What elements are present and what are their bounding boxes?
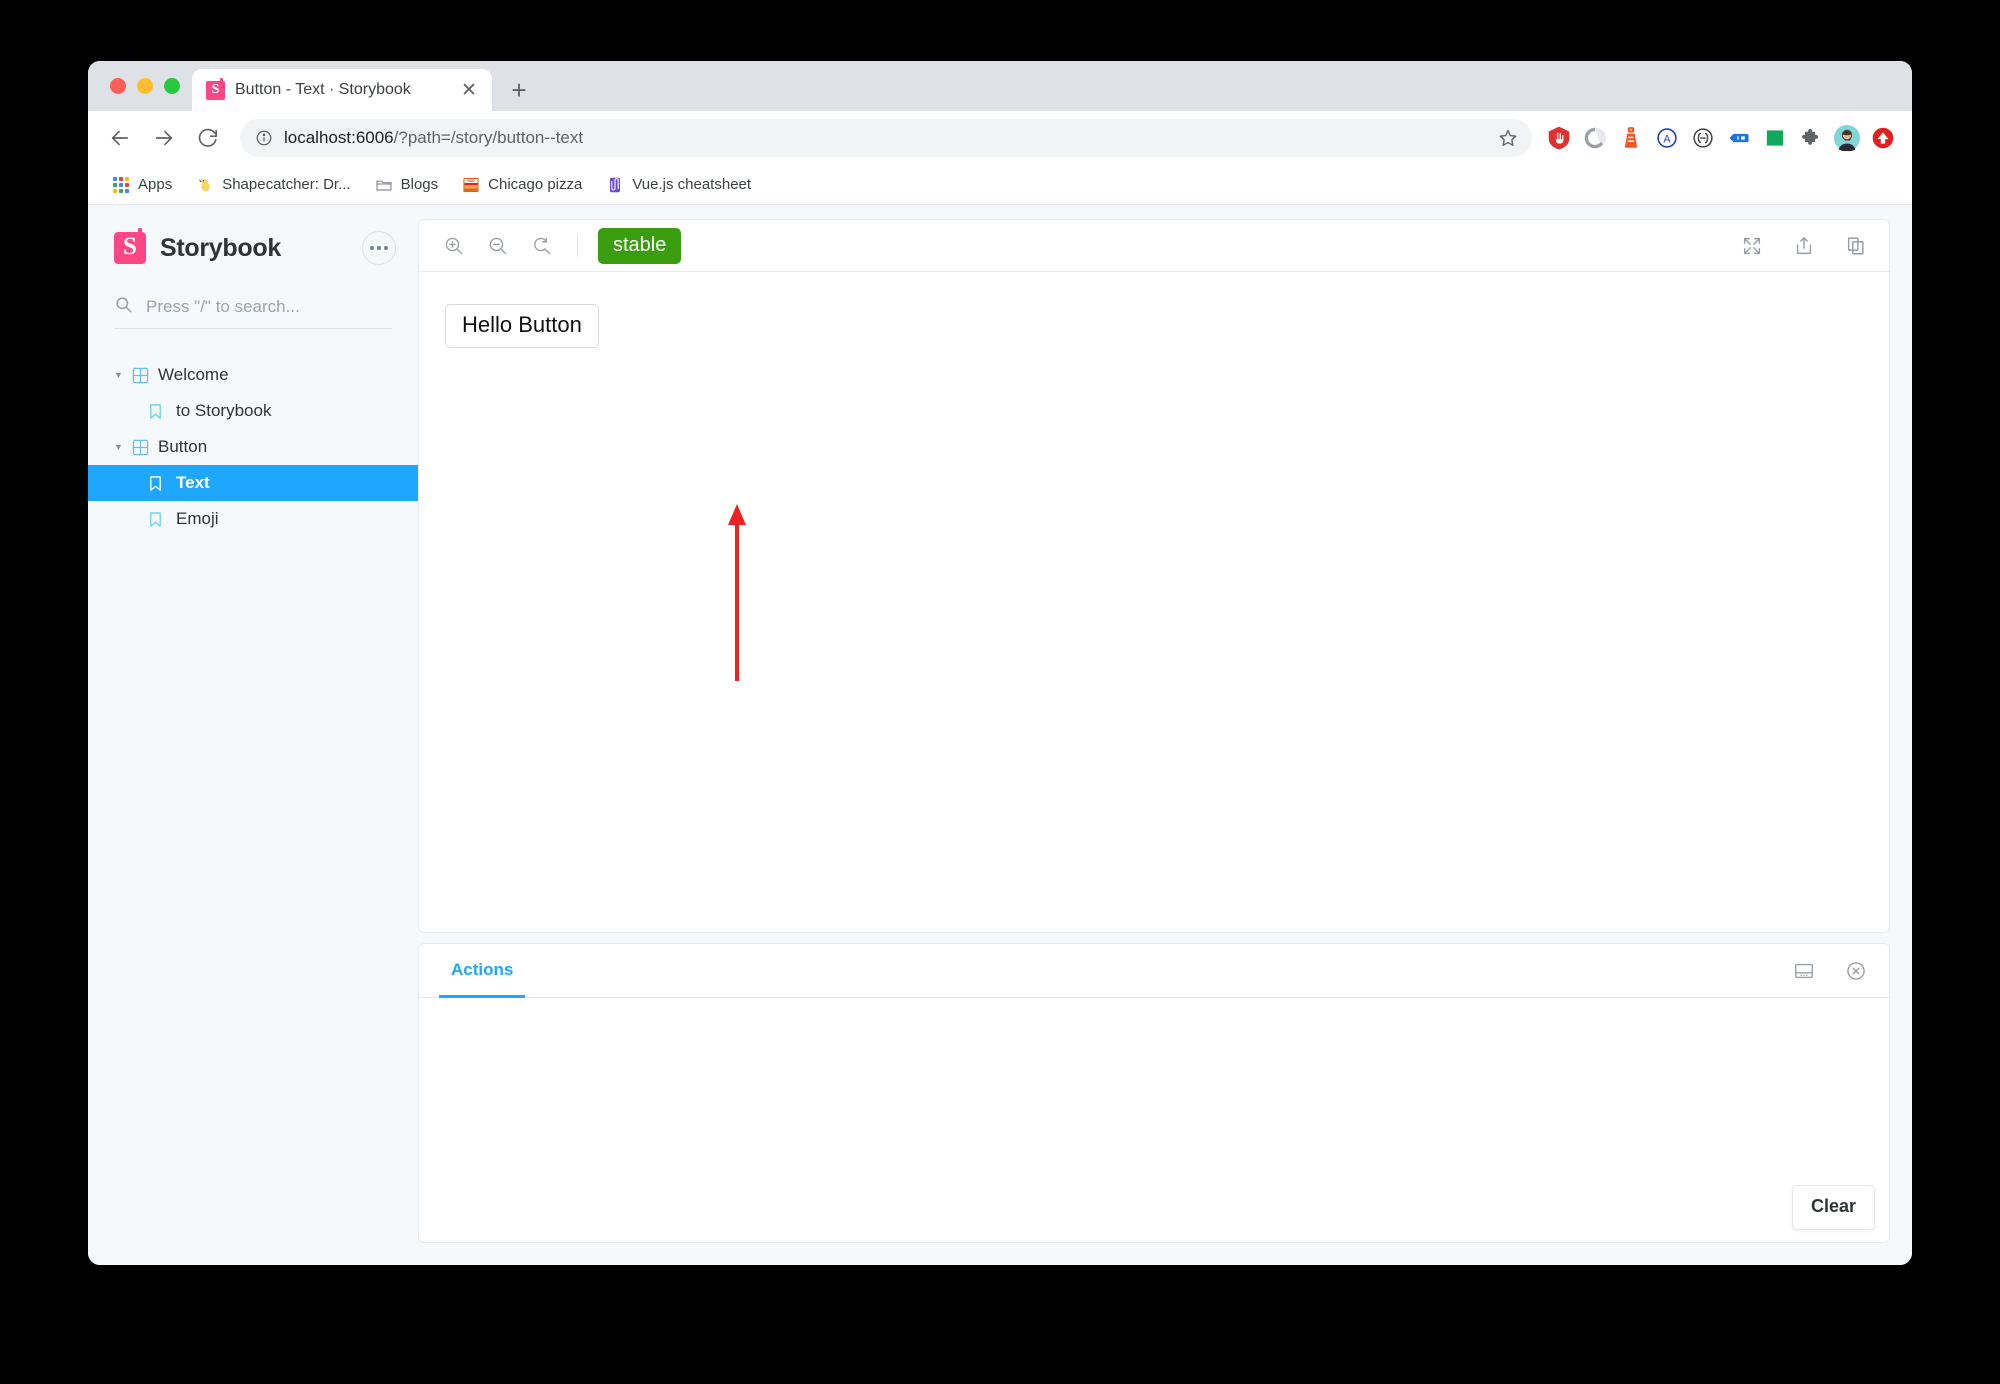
profile-avatar[interactable]: [1832, 123, 1862, 153]
toolbar-divider: [577, 235, 578, 257]
close-tab-icon[interactable]: ✕: [458, 79, 480, 101]
back-button[interactable]: [100, 118, 140, 158]
url-path: /?path=/story/button--text: [394, 128, 583, 147]
bookmarks-bar: Apps Shapecatcher: Dr... Blogs RDD Chica…: [88, 165, 1912, 205]
bookmark-blogs[interactable]: Blogs: [365, 172, 449, 198]
preview-toolbar-right: [1737, 231, 1871, 261]
accessibility-icon[interactable]: A: [1652, 123, 1682, 153]
status-badge[interactable]: stable: [598, 228, 681, 264]
storybook-logo-icon: S: [114, 232, 146, 264]
expand-icon[interactable]: [1737, 231, 1767, 261]
pizza-book-icon: RDD: [462, 176, 480, 194]
address-bar-text: localhost:6006/?path=/story/button--text: [284, 128, 1480, 148]
storybook-sidebar: S Storybook ▼ Welcome: [88, 205, 418, 1265]
grammar-circle-icon[interactable]: [1580, 123, 1610, 153]
bookmark-label: Chicago pizza: [488, 176, 582, 193]
bookmark-label: Blogs: [401, 176, 439, 193]
adblock-icon[interactable]: [1544, 123, 1574, 153]
new-tab-button[interactable]: +: [502, 73, 536, 107]
bookmark-vuejs-cheatsheet[interactable]: Vue.js cheatsheet: [596, 172, 761, 198]
maximize-window-button[interactable]: [164, 78, 180, 94]
storybook-brand[interactable]: S Storybook: [88, 227, 418, 269]
tree-group-button[interactable]: ▼ Button: [88, 429, 418, 465]
svg-text:A: A: [1663, 133, 1671, 145]
tree-item-label: to Storybook: [176, 401, 271, 421]
addons-toolbar-right: [1789, 944, 1871, 997]
addons-tabbar: Actions: [419, 944, 1889, 998]
lighthouse-icon[interactable]: [1616, 123, 1646, 153]
preview-canvas: Hello Button: [419, 272, 1889, 932]
tree-item-label: Button: [158, 437, 207, 457]
green-square-icon[interactable]: [1760, 123, 1790, 153]
browser-tab[interactable]: S Button - Text · Storybook ✕: [192, 69, 492, 111]
bookmark-story-icon: [148, 475, 172, 492]
panel-position-icon[interactable]: [1789, 956, 1819, 986]
address-bar[interactable]: localhost:6006/?path=/story/button--text: [240, 119, 1532, 157]
actions-log: Clear: [419, 998, 1889, 1242]
preview-panel: stable Hello Button: [418, 219, 1890, 933]
story-tree: ▼ Welcome to Storybook ▼: [88, 357, 418, 1265]
copy-icon[interactable]: [1841, 231, 1871, 261]
share-icon[interactable]: [1789, 231, 1819, 261]
tree-item-label: Emoji: [176, 509, 219, 529]
extension-icons: A: [1544, 123, 1898, 153]
json-viewer-icon[interactable]: [1688, 123, 1718, 153]
window-traffic-lights: [102, 61, 192, 111]
reload-button[interactable]: [188, 118, 228, 158]
sidebar-search[interactable]: [114, 295, 392, 329]
tag-extension-icon[interactable]: [1724, 123, 1754, 153]
chevron-down-icon[interactable]: ▼: [114, 443, 132, 452]
clear-button[interactable]: Clear: [1792, 1185, 1875, 1230]
info-circle-icon[interactable]: [254, 128, 274, 148]
search-input[interactable]: [146, 297, 392, 317]
shapecatcher-icon: [196, 176, 214, 194]
addons-panel: Actions Clear: [418, 943, 1890, 1243]
bookmark-label: Vue.js cheatsheet: [632, 176, 751, 193]
bookmark-story-icon: [148, 403, 172, 420]
close-window-button[interactable]: [110, 78, 126, 94]
browser-tabstrip: S Button - Text · Storybook ✕ +: [88, 61, 1912, 111]
ellipsis-menu-button[interactable]: [362, 231, 396, 265]
zoom-out-icon[interactable]: [483, 231, 513, 261]
search-icon: [114, 295, 133, 319]
tree-story-to-storybook[interactable]: to Storybook: [88, 393, 418, 429]
zoom-in-icon[interactable]: [439, 231, 469, 261]
hello-button[interactable]: Hello Button: [445, 304, 599, 348]
paperclip-icon: [606, 176, 624, 194]
browser-toolbar: localhost:6006/?path=/story/button--text…: [88, 111, 1912, 165]
tree-item-label: Text: [176, 473, 210, 493]
tree-item-label: Welcome: [158, 365, 229, 385]
bookmark-apps[interactable]: Apps: [102, 172, 182, 198]
tree-story-text[interactable]: Text: [88, 465, 418, 501]
storybook-main: stable Hello Button: [418, 205, 1912, 1265]
preview-toolbar: stable: [419, 220, 1889, 272]
tree-group-welcome[interactable]: ▼ Welcome: [88, 357, 418, 393]
storybook-app: S Storybook ▼ Welcome: [88, 205, 1912, 1265]
tree-story-emoji[interactable]: Emoji: [88, 501, 418, 537]
browser-window: S Button - Text · Storybook ✕ + localhos…: [88, 61, 1912, 1265]
tab-title: Button - Text · Storybook: [235, 81, 448, 99]
close-circle-icon[interactable]: [1841, 956, 1871, 986]
apps-grid-icon: [112, 176, 130, 194]
bookmark-label: Apps: [138, 176, 172, 193]
chevron-down-icon[interactable]: ▼: [114, 371, 132, 380]
folder-icon: [375, 176, 393, 194]
upload-icon[interactable]: [1868, 123, 1898, 153]
bookmark-star-icon[interactable]: [1490, 120, 1526, 156]
tab-actions[interactable]: Actions: [439, 944, 525, 998]
storybook-favicon: S: [206, 81, 225, 100]
bookmark-story-icon: [148, 511, 172, 528]
bookmark-label: Shapecatcher: Dr...: [222, 176, 350, 193]
bookmark-shapecatcher[interactable]: Shapecatcher: Dr...: [186, 172, 360, 198]
puzzle-extensions-icon[interactable]: [1796, 123, 1826, 153]
forward-button[interactable]: [144, 118, 184, 158]
component-grid-icon: [132, 439, 154, 456]
zoom-reset-icon[interactable]: [527, 231, 557, 261]
minimize-window-button[interactable]: [137, 78, 153, 94]
svg-text:RDD: RDD: [468, 179, 476, 183]
brand-name: Storybook: [160, 234, 281, 263]
component-grid-icon: [132, 367, 154, 384]
bookmark-chicago-pizza[interactable]: RDD Chicago pizza: [452, 172, 592, 198]
url-host: localhost:6006: [284, 128, 394, 147]
